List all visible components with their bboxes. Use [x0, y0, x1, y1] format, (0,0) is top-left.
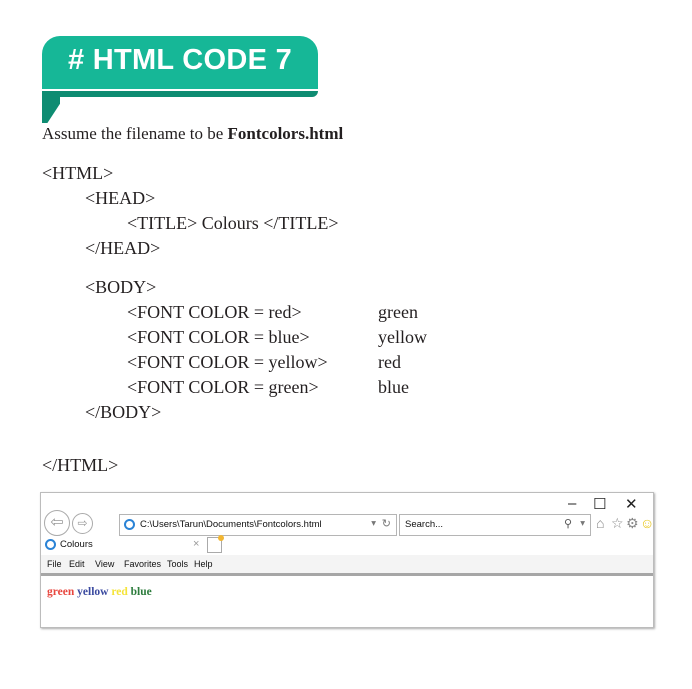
code-body-open: <BODY> — [85, 277, 157, 297]
new-tab-icon — [218, 535, 224, 541]
tab-bar: Colours × — [41, 535, 653, 553]
banner-tail — [42, 91, 60, 123]
search-placeholder: Search... — [405, 519, 444, 530]
forward-button[interactable]: ⇨ — [72, 513, 93, 534]
output-word: yellow — [77, 586, 109, 598]
banner-title: # HTML CODE 7 — [67, 44, 293, 76]
intro-text: Assume the filename to be Fontcolors.htm… — [42, 124, 343, 144]
intro-prefix: Assume the filename to be — [42, 124, 228, 143]
code-font-tag: <FONT COLOR = yellow> — [127, 352, 328, 372]
code-html-open: <HTML> — [42, 163, 114, 183]
menu-favorites[interactable]: Favorites — [124, 559, 161, 569]
menu-bar: File Edit View Favorites Tools Help — [41, 555, 653, 576]
code-font-text: blue — [378, 377, 409, 397]
output-word: green — [47, 586, 75, 598]
forward-arrow-icon: ⇨ — [77, 516, 88, 530]
back-button[interactable]: ⇦ — [44, 510, 70, 536]
address-bar[interactable]: C:\Users\Tarun\Documents\Fontcolors.html… — [119, 514, 397, 536]
output-word: red — [111, 586, 128, 598]
menu-edit[interactable]: Edit — [69, 559, 85, 569]
code-title-line: <TITLE> Colours </TITLE> — [127, 213, 339, 233]
browser-window: – ☐ ✕ ⇦ ⇨ C:\Users\Tarun\Documents\Fontc… — [40, 492, 654, 628]
section-banner: # HTML CODE 7 — [42, 36, 318, 123]
code-font-tag: <FONT COLOR = red> — [127, 302, 302, 322]
menu-help[interactable]: Help — [194, 559, 213, 569]
filename: Fontcolors.html — [227, 124, 344, 143]
tab-close-icon[interactable]: × — [193, 538, 199, 550]
ie-logo-icon — [124, 519, 135, 530]
banner-stripe — [42, 91, 318, 97]
close-button[interactable]: ✕ — [625, 495, 638, 513]
code-head-open: <HEAD> — [85, 188, 156, 208]
home-icon[interactable]: ⌂ — [596, 515, 604, 531]
output-word: blue — [130, 586, 152, 598]
search-icon[interactable]: ⚲ — [564, 517, 572, 530]
new-tab-button[interactable] — [207, 535, 224, 553]
code-font-text: red — [378, 352, 401, 372]
search-input[interactable]: Search... ⚲ ▾ — [399, 514, 591, 536]
tab-label: Colours — [60, 539, 93, 550]
refresh-icon[interactable]: ↻ — [382, 517, 391, 530]
back-arrow-icon: ⇦ — [50, 514, 64, 531]
code-body-close: </BODY> — [85, 402, 162, 422]
tab-colours[interactable]: Colours × — [41, 537, 203, 553]
code-font-text: green — [378, 302, 418, 322]
settings-gear-icon[interactable]: ⚙ — [626, 515, 639, 532]
code-font-tag: <FONT COLOR = blue> — [127, 327, 310, 347]
menu-tools[interactable]: Tools — [167, 559, 188, 569]
address-dropdown-icon[interactable]: ▾ — [371, 518, 376, 529]
menu-file[interactable]: File — [47, 559, 62, 569]
code-font-text: yellow — [378, 327, 427, 347]
smiley-feedback-icon[interactable]: ☺ — [640, 515, 654, 531]
code-html-close: </HTML> — [42, 455, 119, 475]
address-url: C:\Users\Tarun\Documents\Fontcolors.html — [140, 519, 322, 530]
menu-view[interactable]: View — [95, 559, 114, 569]
search-dropdown-icon[interactable]: ▾ — [580, 518, 585, 529]
code-head-close: </HEAD> — [85, 238, 161, 258]
code-font-tag: <FONT COLOR = green> — [127, 377, 319, 397]
minimize-button[interactable]: – — [568, 495, 576, 512]
maximize-button[interactable]: ☐ — [593, 495, 606, 513]
favorites-star-icon[interactable]: ☆ — [611, 515, 624, 532]
tab-ie-icon — [45, 539, 56, 550]
page-content: green yellow red blue — [47, 586, 152, 598]
